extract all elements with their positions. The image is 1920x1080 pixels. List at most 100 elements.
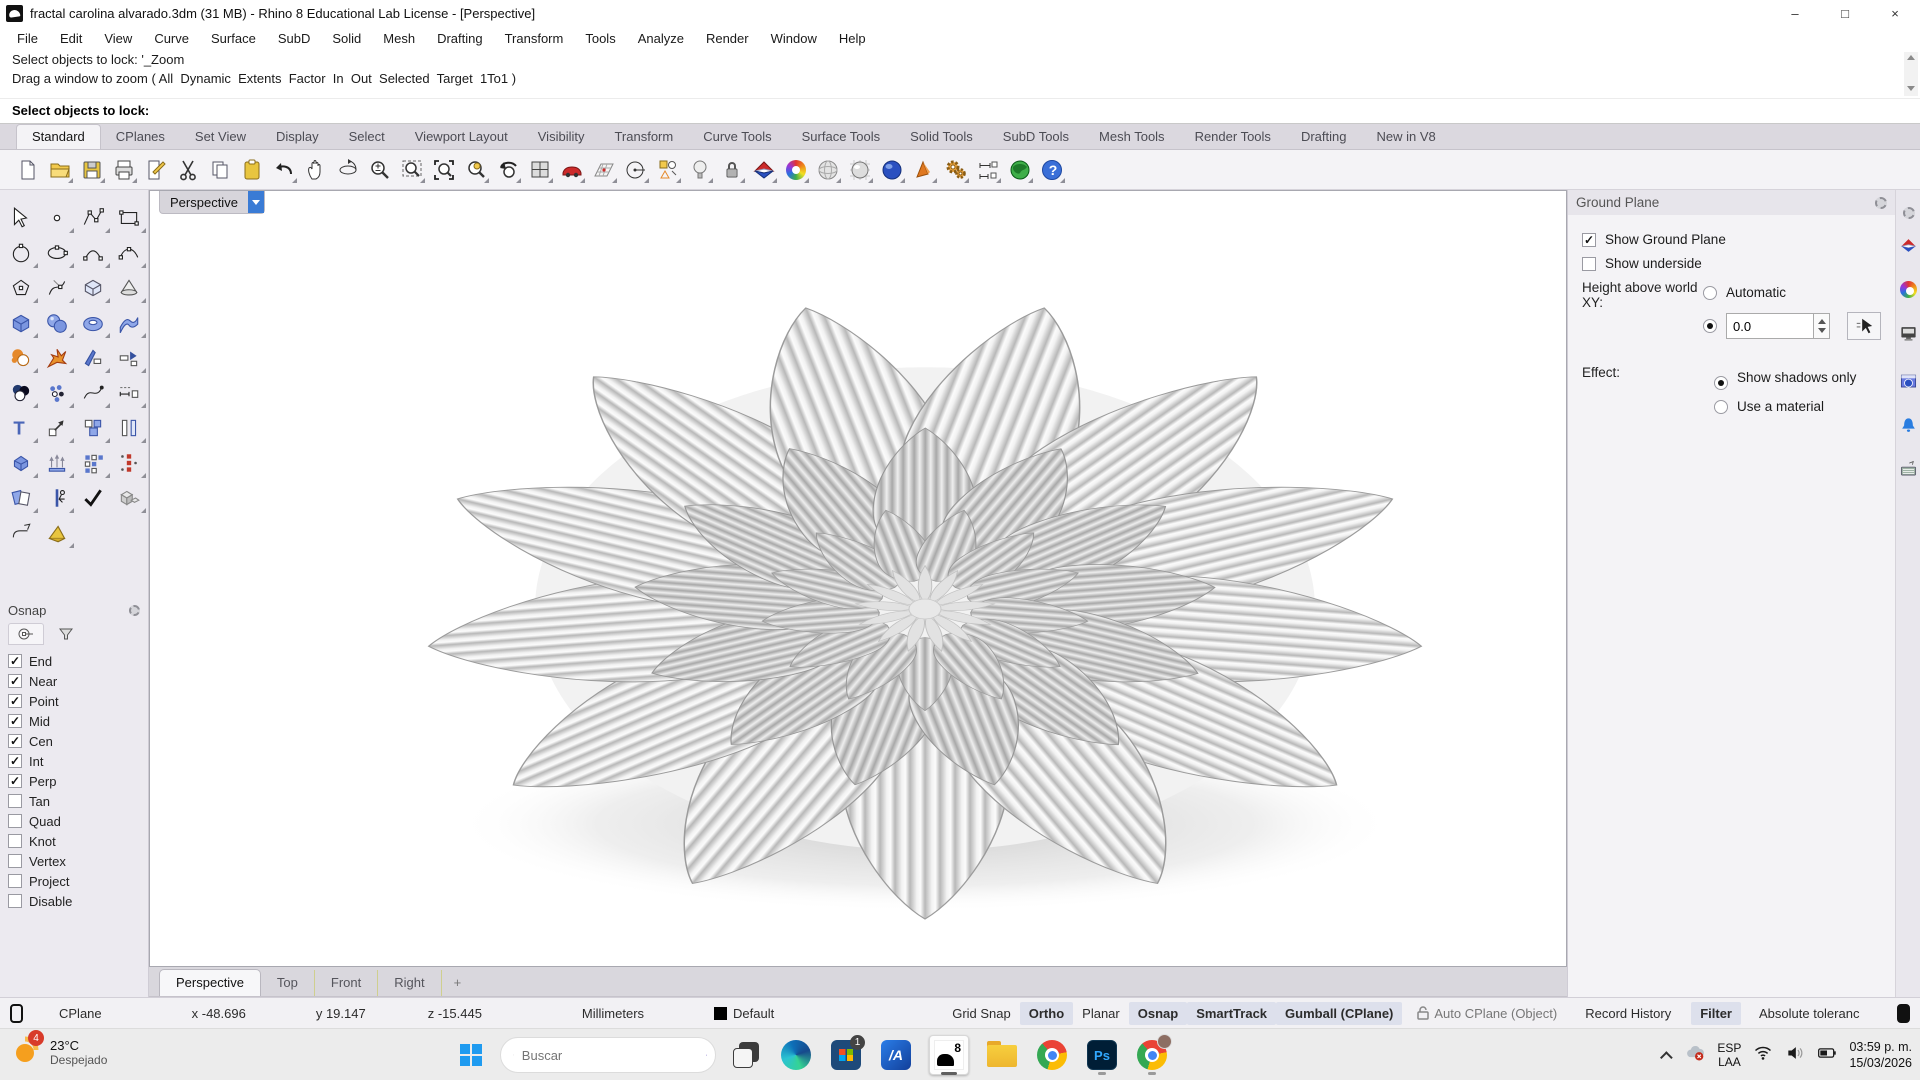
search-input[interactable]: [522, 1048, 698, 1063]
named-view-car-icon[interactable]: [558, 155, 586, 185]
tab-render-tools[interactable]: Render Tools: [1180, 125, 1286, 149]
distribute-tool-icon[interactable]: [39, 445, 75, 480]
menu-edit[interactable]: Edit: [49, 28, 93, 49]
split-tool-icon[interactable]: [75, 340, 111, 375]
shadows-only-row[interactable]: Show shadows only: [1714, 370, 1857, 390]
tab-mesh-tools[interactable]: Mesh Tools: [1084, 125, 1180, 149]
lasso-tool-icon[interactable]: [3, 515, 39, 550]
strip-settings-gear-icon[interactable]: [1896, 198, 1920, 228]
boolean-drops-tool-icon[interactable]: [3, 375, 39, 410]
curve-blend-tool-icon[interactable]: [75, 375, 111, 410]
manual-height-radio[interactable]: [1703, 319, 1717, 333]
maximize-button[interactable]: □: [1820, 0, 1870, 26]
panel-gear-icon[interactable]: [1875, 197, 1887, 209]
cone-wedge-tool-icon[interactable]: [111, 270, 147, 305]
zoom-previous-icon[interactable]: [494, 155, 522, 185]
show-underside-label[interactable]: Show underside: [1605, 256, 1702, 271]
tab-curve-tools[interactable]: Curve Tools: [688, 125, 786, 149]
checkbox[interactable]: [8, 854, 22, 868]
strip-monitor-icon[interactable]: [1896, 318, 1920, 348]
shadows-only-label[interactable]: Show shadows only: [1737, 370, 1857, 385]
zoom-extents-icon[interactable]: [430, 155, 458, 185]
tab-viewport-layout[interactable]: Viewport Layout: [400, 125, 523, 149]
color-wheel-icon[interactable]: [782, 155, 810, 185]
osnap-shapes-icon[interactable]: [654, 155, 682, 185]
trim-tool-icon[interactable]: [111, 340, 147, 375]
polygon-tool-icon[interactable]: [3, 270, 39, 305]
checkbox[interactable]: [8, 794, 22, 808]
viewport-menu-dropdown-icon[interactable]: [248, 191, 264, 213]
paste-icon[interactable]: [238, 155, 266, 185]
checkbox[interactable]: [1582, 257, 1596, 271]
check-selection-tool-icon[interactable]: [75, 480, 111, 515]
viewport-layout-icon[interactable]: [526, 155, 554, 185]
checkbox[interactable]: ✓: [8, 674, 22, 688]
viewport-title-tab[interactable]: Perspective: [159, 191, 265, 214]
pan-icon[interactable]: [302, 155, 330, 185]
osnap-tab-icon[interactable]: [8, 623, 44, 645]
menu-file[interactable]: File: [6, 28, 49, 49]
edit-annotate-icon[interactable]: [142, 155, 170, 185]
blue-sphere-icon[interactable]: [878, 155, 906, 185]
selection-filter-tab-icon[interactable]: [48, 623, 84, 645]
menu-surface[interactable]: Surface: [200, 28, 267, 49]
command-scrollbar[interactable]: [1904, 52, 1918, 96]
taskbar-app-chrome-profile[interactable]: [1132, 1035, 1172, 1075]
undo-icon[interactable]: [270, 155, 298, 185]
tab-set-view[interactable]: Set View: [180, 125, 261, 149]
menu-curve[interactable]: Curve: [143, 28, 200, 49]
taskbar-app-blue-a[interactable]: /A: [876, 1035, 916, 1075]
osnap-row-mid[interactable]: ✓Mid: [0, 711, 148, 731]
add-viewport-tab-button[interactable]: +: [442, 970, 474, 996]
zoom-selected-icon[interactable]: [462, 155, 490, 185]
circle-tool-icon[interactable]: [3, 235, 39, 270]
viewport-canvas[interactable]: Perspective: [149, 190, 1567, 967]
tab-drafting[interactable]: Drafting: [1286, 125, 1362, 149]
move-tool-icon[interactable]: [39, 410, 75, 445]
dimension-style-icon[interactable]: [974, 155, 1002, 185]
paint-cone-icon[interactable]: [910, 155, 938, 185]
strip-color-wheel-icon[interactable]: [1896, 274, 1920, 304]
checkbox[interactable]: ✓: [8, 774, 22, 788]
ellipse-tool-icon[interactable]: [39, 235, 75, 270]
taskbar-app-rhino[interactable]: 8: [926, 1035, 972, 1075]
command-input[interactable]: Select objects to lock:: [0, 98, 1920, 123]
box-tool-icon[interactable]: [3, 305, 39, 340]
taskbar-search[interactable]: [500, 1037, 716, 1073]
select-tool-icon[interactable]: [3, 200, 39, 235]
cplane-button[interactable]: CPlane: [59, 1006, 102, 1021]
osnap-row-perp[interactable]: ✓Perp: [0, 771, 148, 791]
taskbar-app-chrome[interactable]: [1032, 1035, 1072, 1075]
menu-window[interactable]: Window: [760, 28, 828, 49]
osnap-row-knot[interactable]: Knot: [0, 831, 148, 851]
tab-new-in-v8[interactable]: New in V8: [1361, 125, 1450, 149]
use-material-row[interactable]: Use a material: [1714, 399, 1857, 414]
osnap-row-int[interactable]: ✓Int: [0, 751, 148, 771]
osnap-row-near[interactable]: ✓Near: [0, 671, 148, 691]
pick-point-button[interactable]: [1847, 312, 1881, 340]
osnap-gear-icon[interactable]: [129, 605, 140, 616]
strip-keyboard-icon[interactable]: [1896, 454, 1920, 484]
checkbox[interactable]: ✓: [8, 734, 22, 748]
units-button[interactable]: Millimeters: [582, 1006, 644, 1021]
tolerance-readout[interactable]: Absolute toleranc: [1759, 1006, 1897, 1021]
checkbox[interactable]: ✓: [8, 714, 22, 728]
lock-icon[interactable]: [718, 155, 746, 185]
checkbox[interactable]: ✓: [1582, 233, 1596, 247]
viewport-tab-right[interactable]: Right: [378, 970, 441, 996]
cplane-grid-icon[interactable]: [590, 155, 618, 185]
gumball-toggle[interactable]: Gumball (CPlane): [1276, 1002, 1402, 1025]
panel-toggle-icon[interactable]: [10, 1004, 23, 1023]
handle-curve-tool-icon[interactable]: [39, 270, 75, 305]
menu-help[interactable]: Help: [828, 28, 877, 49]
tab-subd-tools[interactable]: SubD Tools: [988, 125, 1084, 149]
tab-transform[interactable]: Transform: [599, 125, 688, 149]
viewport-tab-perspective[interactable]: Perspective: [159, 969, 261, 996]
curve-through-points-tool-icon[interactable]: [111, 235, 147, 270]
viewport-tab-front[interactable]: Front: [315, 970, 378, 996]
smarttrack-toggle[interactable]: SmartTrack: [1187, 1002, 1276, 1025]
surface-from-points-tool-icon[interactable]: [75, 270, 111, 305]
volume-icon[interactable]: [1785, 1043, 1805, 1068]
use-material-label[interactable]: Use a material: [1737, 399, 1824, 414]
bend-mannequin-tool-icon[interactable]: [39, 480, 75, 515]
